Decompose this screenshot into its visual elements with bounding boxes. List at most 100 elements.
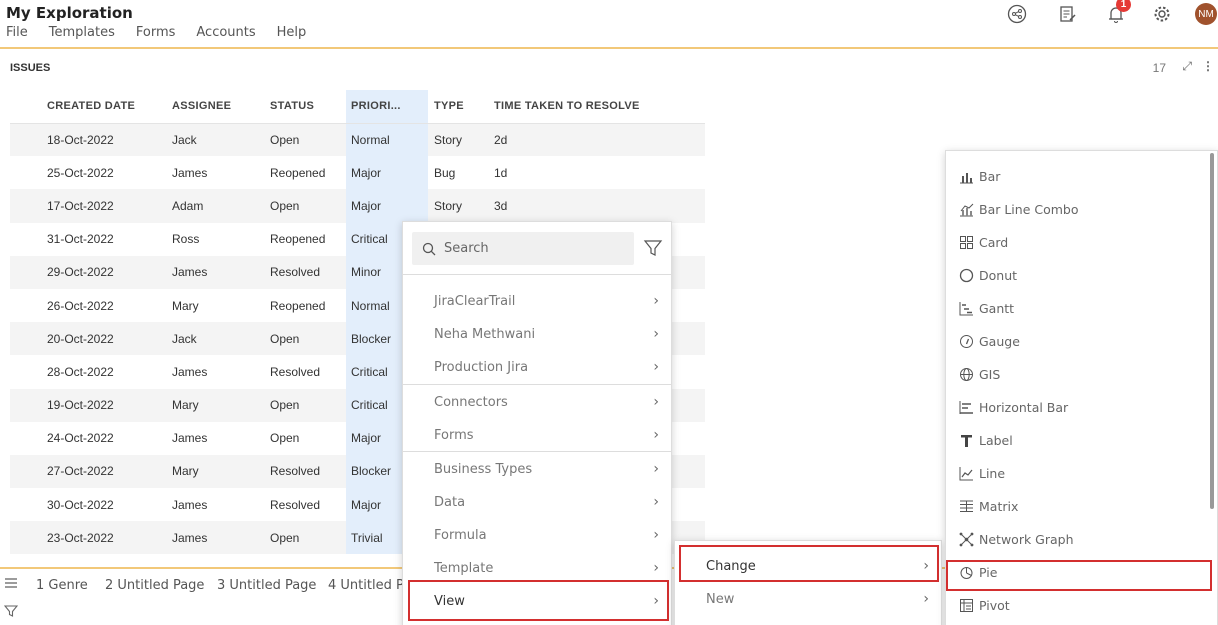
table-cell: 20-Oct-2022 <box>10 322 172 356</box>
menu-accounts[interactable]: Accounts <box>196 25 255 40</box>
chart-type-bar[interactable]: Bar <box>946 160 1211 193</box>
column-header[interactable]: TIME TAKEN TO RESOLVE <box>494 90 705 124</box>
chart-type-gauge[interactable]: Gauge <box>946 325 1211 358</box>
chevron-right-icon: › <box>653 494 659 510</box>
menu-item-label: Template <box>434 561 494 576</box>
chevron-right-icon: › <box>653 560 659 576</box>
table-cell: Normal <box>346 123 428 157</box>
chevron-right-icon: › <box>653 461 659 477</box>
hamburger-menu-icon[interactable] <box>4 577 18 593</box>
chart-type-label: Line <box>979 466 1006 481</box>
table-cell: 29-Oct-2022 <box>10 255 172 289</box>
field-panel-item-data[interactable]: Data › <box>403 486 671 519</box>
chevron-right-icon: › <box>653 394 659 410</box>
chart-type-bar-line-combo[interactable]: Bar Line Combo <box>946 193 1211 226</box>
menu-help[interactable]: Help <box>277 25 307 40</box>
chart-type-pivot[interactable]: Pivot <box>946 589 1211 622</box>
field-panel-item-jiracleartrail[interactable]: JiraClearTrail › <box>403 285 671 318</box>
expand-icon[interactable]: ⤢ <box>1182 59 1192 74</box>
page-tab[interactable]: 2 Untitled Page <box>105 578 204 593</box>
card-icon <box>958 235 974 251</box>
record-count: 17 <box>1152 61 1166 75</box>
page-tab[interactable]: 1 Genre <box>36 578 88 593</box>
notification-bell-icon[interactable]: 1 <box>1102 0 1131 28</box>
chart-type-label[interactable]: Label <box>946 424 1211 457</box>
menu-bar: File Templates Forms Accounts Help <box>6 25 327 40</box>
table-cell: Mary <box>172 388 270 422</box>
chart-type-gis[interactable]: GIS <box>946 358 1211 391</box>
highlight-view <box>408 580 669 621</box>
column-header[interactable]: CREATED DATE <box>10 90 172 124</box>
more-options-icon[interactable]: ⋮ <box>1202 59 1214 74</box>
chart-type-horizontal-bar[interactable]: Horizontal Bar <box>946 391 1211 424</box>
table-cell: 17-Oct-2022 <box>10 189 172 223</box>
column-header[interactable]: STATUS <box>270 90 346 124</box>
label-icon <box>958 433 974 449</box>
field-panel-item-neha-methwani[interactable]: Neha Methwani › <box>403 318 671 351</box>
highlight-pie <box>946 560 1212 591</box>
table-cell: James <box>172 165 208 180</box>
column-header[interactable]: TYPE <box>428 90 494 124</box>
chart-type-label: GIS <box>979 367 1001 382</box>
chart-type-label: Horizontal Bar <box>979 400 1069 415</box>
table-cell: 3d <box>494 189 705 223</box>
menu-templates[interactable]: Templates <box>49 25 115 40</box>
table-cell: Adam <box>172 189 270 223</box>
donut-icon <box>958 268 974 284</box>
menu-file[interactable]: File <box>6 25 28 40</box>
notification-badge: 1 <box>1116 0 1131 12</box>
menu-item-label: JiraClearTrail <box>434 294 516 309</box>
table-cell: Resolved <box>270 497 321 512</box>
chart-type-label: Label <box>979 433 1013 448</box>
field-panel-item-connectors[interactable]: Connectors › <box>403 386 671 419</box>
field-panel-item-forms[interactable]: Forms › <box>403 419 671 452</box>
chart-type-network-graph[interactable]: Network Graph <box>946 523 1211 556</box>
table-cell: Open <box>270 388 346 422</box>
menu-item-new[interactable]: New › <box>675 583 941 616</box>
field-panel-item-business-types[interactable]: Business Types › <box>403 453 671 486</box>
menu-item-label: Formula <box>434 528 487 543</box>
filter-icon[interactable] <box>3 604 19 623</box>
horizontal-bar-icon <box>958 400 974 416</box>
table-cell: Major <box>346 189 428 223</box>
widget-title: ISSUES <box>10 62 51 74</box>
table-row[interactable]: 25-Oct-2022 James Reopened Major Bug 1d <box>10 156 705 190</box>
menu-item-label: Forms <box>434 428 474 443</box>
chart-type-card[interactable]: Card <box>946 226 1211 259</box>
divider <box>403 451 671 452</box>
search-input[interactable]: Search <box>412 232 634 265</box>
page-tab[interactable]: 3 Untitled Page <box>217 578 316 593</box>
field-panel-item-production-jira[interactable]: Production Jira › <box>403 351 671 384</box>
gear-icon[interactable] <box>1148 0 1176 28</box>
table-cell: James <box>172 497 208 512</box>
filter-icon[interactable] <box>639 234 667 262</box>
chart-type-gantt[interactable]: Gantt <box>946 292 1211 325</box>
chart-type-line[interactable]: Line <box>946 457 1211 490</box>
page-tab[interactable]: 4 Untitled Pa <box>328 578 411 593</box>
table-cell: Story <box>428 189 494 223</box>
table-row[interactable]: 18-Oct-2022 Jack Open Normal Story 2d <box>10 123 705 157</box>
field-panel-item-formula[interactable]: Formula › <box>403 519 671 552</box>
table-cell: 28-Oct-2022 <box>47 364 114 379</box>
table-row[interactable]: 17-Oct-2022 Adam Open Major Story 3d <box>10 189 705 223</box>
menu-item-label: Data <box>434 495 466 510</box>
menu-item-label: Business Types <box>434 462 533 477</box>
table-cell: 30-Oct-2022 <box>47 497 114 512</box>
chart-type-label: Gauge <box>979 334 1020 349</box>
menu-forms[interactable]: Forms <box>136 25 176 40</box>
column-header[interactable]: ASSIGNEE <box>172 90 270 124</box>
table-cell: Resolved <box>270 255 346 289</box>
table-cell: Mary <box>172 454 270 489</box>
chart-type-donut[interactable]: Donut <box>946 259 1211 292</box>
column-header[interactable]: PRIORI... <box>346 90 428 124</box>
chart-type-label: Gantt <box>979 301 1015 316</box>
edit-notes-icon[interactable] <box>1054 0 1082 28</box>
table-cell: 23-Oct-2022 <box>10 521 172 555</box>
divider <box>403 384 671 385</box>
share-icon[interactable] <box>1003 0 1031 28</box>
scrollbar[interactable] <box>1210 153 1214 509</box>
chart-type-matrix[interactable]: Matrix <box>946 490 1211 523</box>
menu-item-label: Connectors <box>434 395 508 410</box>
search-placeholder: Search <box>444 241 489 256</box>
user-avatar[interactable]: NM <box>1192 0 1218 28</box>
